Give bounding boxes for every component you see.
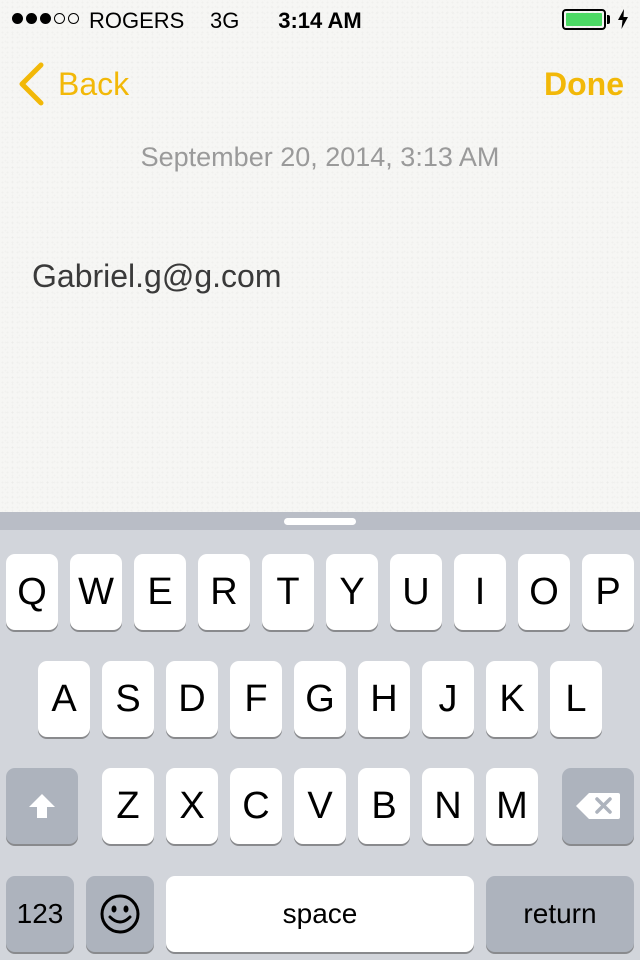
note-body-text[interactable]: Gabriel.g@g.com	[32, 258, 281, 295]
space-key[interactable]: space	[166, 876, 474, 952]
key-f[interactable]: F	[230, 661, 282, 737]
keyboard: Q W E R T Y U I O P A S D F G H J K L Z …	[0, 512, 640, 960]
key-x[interactable]: X	[166, 768, 218, 844]
battery-icon	[562, 9, 606, 30]
key-l[interactable]: L	[550, 661, 602, 737]
key-q[interactable]: Q	[6, 554, 58, 630]
key-h[interactable]: H	[358, 661, 410, 737]
emoji-key[interactable]	[86, 876, 154, 952]
keyboard-top-bar	[0, 512, 640, 530]
key-r[interactable]: R	[198, 554, 250, 630]
key-t[interactable]: T	[262, 554, 314, 630]
battery-tip	[607, 15, 610, 24]
key-c[interactable]: C	[230, 768, 282, 844]
return-key[interactable]: return	[486, 876, 634, 952]
key-n[interactable]: N	[422, 768, 474, 844]
key-e[interactable]: E	[134, 554, 186, 630]
key-g[interactable]: G	[294, 661, 346, 737]
key-m[interactable]: M	[486, 768, 538, 844]
done-button[interactable]: Done	[544, 66, 624, 103]
key-a[interactable]: A	[38, 661, 90, 737]
charging-bolt-icon	[618, 9, 628, 29]
numbers-key[interactable]: 123	[6, 876, 74, 952]
key-u[interactable]: U	[390, 554, 442, 630]
note-date: September 20, 2014, 3:13 AM	[140, 142, 500, 172]
chevron-left-icon	[19, 62, 44, 106]
keyboard-handle[interactable]	[284, 518, 356, 525]
status-time: 3:14 AM	[278, 8, 362, 33]
key-p[interactable]: P	[582, 554, 634, 630]
backspace-icon	[576, 793, 620, 819]
key-y[interactable]: Y	[326, 554, 378, 630]
key-i[interactable]: I	[454, 554, 506, 630]
delete-key[interactable]	[562, 768, 634, 844]
shift-key[interactable]	[6, 768, 78, 844]
key-v[interactable]: V	[294, 768, 346, 844]
key-d[interactable]: D	[166, 661, 218, 737]
key-w[interactable]: W	[70, 554, 122, 630]
back-button[interactable]: Back	[18, 58, 129, 110]
key-s[interactable]: S	[102, 661, 154, 737]
key-j[interactable]: J	[422, 661, 474, 737]
key-b[interactable]: B	[358, 768, 410, 844]
key-o[interactable]: O	[518, 554, 570, 630]
shift-arrow-icon	[29, 794, 55, 818]
key-k[interactable]: K	[486, 661, 538, 737]
status-bar: ROGERS 3G 3:14 AM	[0, 0, 640, 40]
smiley-icon	[100, 894, 140, 934]
key-z[interactable]: Z	[102, 768, 154, 844]
back-label: Back	[58, 65, 130, 102]
